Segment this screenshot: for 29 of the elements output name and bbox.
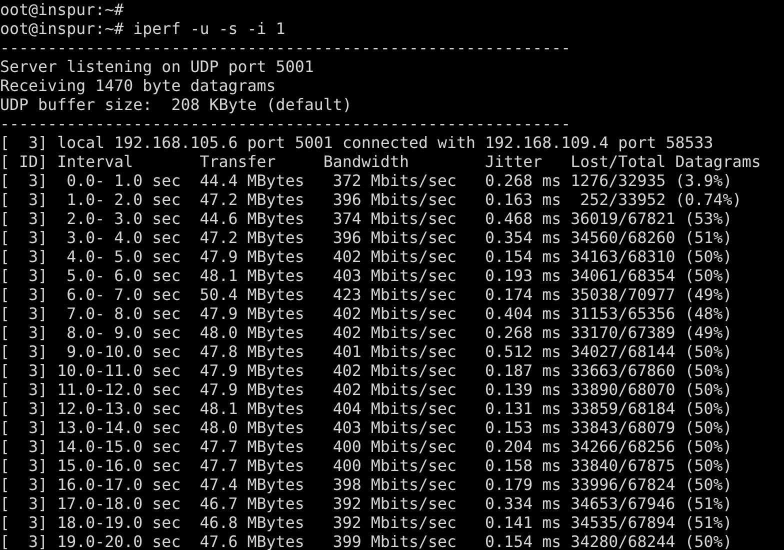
terminal-line: [ 3] 16.0-17.0 sec 47.4 MBytes 398 Mbits/sec 0.179 ms 33996/67824 (50%): [0, 475, 732, 494]
terminal-line: [ 3] 4.0- 5.0 sec 47.9 MBytes 402 Mbits/sec 0.154 ms 34163/68310 (50%): [0, 247, 732, 266]
terminal-line: [ 3] 18.0-19.0 sec 46.8 MBytes 392 Mbits/sec 0.141 ms 34535/67894 (51%): [0, 513, 732, 532]
terminal-line: [ 3] 5.0- 6.0 sec 48.1 MBytes 403 Mbits/sec 0.193 ms 34061/68354 (50%): [0, 266, 732, 285]
terminal-line: [ 3] local 192.168.105.6 port 5001 connected with 192.168.109.4 port 58533: [0, 133, 714, 152]
terminal-line: [ 3] 6.0- 7.0 sec 50.4 MBytes 423 Mbits/sec 0.174 ms 35038/70977 (49%): [0, 285, 732, 304]
terminal-line: Receiving 1470 byte datagrams: [0, 76, 276, 95]
terminal-line: [ 3] 10.0-11.0 sec 47.9 MBytes 402 Mbits/sec 0.187 ms 33663/67860 (50%): [0, 361, 732, 380]
terminal-line: [ 3] 19.0-20.0 sec 47.6 MBytes 399 Mbits/sec 0.154 ms 34280/68244 (50%): [0, 532, 732, 550]
terminal-line: [ 3] 9.0-10.0 sec 47.8 MBytes 401 Mbits/sec 0.512 ms 34027/68144 (50%): [0, 342, 732, 361]
terminal-line: ------------------------------------------------------------: [0, 38, 571, 57]
terminal-line: [ 3] 3.0- 4.0 sec 47.2 MBytes 396 Mbits/sec 0.354 ms 34560/68260 (51%): [0, 228, 732, 247]
terminal-line: oot@inspur:~#: [0, 0, 124, 19]
terminal-line: [ 3] 8.0- 9.0 sec 48.0 MBytes 402 Mbits/sec 0.268 ms 33170/67389 (49%): [0, 323, 732, 342]
terminal-line: [ 3] 15.0-16.0 sec 47.7 MBytes 400 Mbits/sec 0.158 ms 33840/67875 (50%): [0, 456, 732, 475]
terminal-line: [ ID] Interval Transfer Bandwidth Jitter Lost/Total Datagrams: [0, 152, 761, 171]
terminal-line: [ 3] 2.0- 3.0 sec 44.6 MBytes 374 Mbits/sec 0.468 ms 36019/67821 (53%): [0, 209, 732, 228]
terminal-line: [ 3] 14.0-15.0 sec 47.7 MBytes 400 Mbits/sec 0.204 ms 34266/68256 (50%): [0, 437, 732, 456]
terminal-line: [ 3] 17.0-18.0 sec 46.7 MBytes 392 Mbits/sec 0.334 ms 34653/67946 (51%): [0, 494, 732, 513]
terminal-line: ------------------------------------------------------------: [0, 114, 571, 133]
terminal-line: [ 3] 7.0- 8.0 sec 47.9 MBytes 402 Mbits/sec 0.404 ms 31153/65356 (48%): [0, 304, 732, 323]
terminal-line: Server listening on UDP port 5001: [0, 57, 314, 76]
terminal-line: [ 3] 0.0- 1.0 sec 44.4 MBytes 372 Mbits/sec 0.268 ms 1276/32935 (3.9%): [0, 171, 732, 190]
terminal-line: [ 3] 11.0-12.0 sec 47.9 MBytes 402 Mbits/sec 0.139 ms 33890/68070 (50%): [0, 380, 732, 399]
terminal-line: [ 3] 12.0-13.0 sec 48.1 MBytes 404 Mbits/sec 0.131 ms 33859/68184 (50%): [0, 399, 732, 418]
terminal-line: [ 3] 1.0- 2.0 sec 47.2 MBytes 396 Mbits/sec 0.163 ms 252/33952 (0.74%): [0, 190, 742, 209]
terminal-line: oot@inspur:~# iperf -u -s -i 1: [0, 19, 286, 38]
terminal-line: [ 3] 13.0-14.0 sec 48.0 MBytes 403 Mbits/sec 0.153 ms 33843/68079 (50%): [0, 418, 732, 437]
terminal-line: UDP buffer size: 208 KByte (default): [0, 95, 352, 114]
